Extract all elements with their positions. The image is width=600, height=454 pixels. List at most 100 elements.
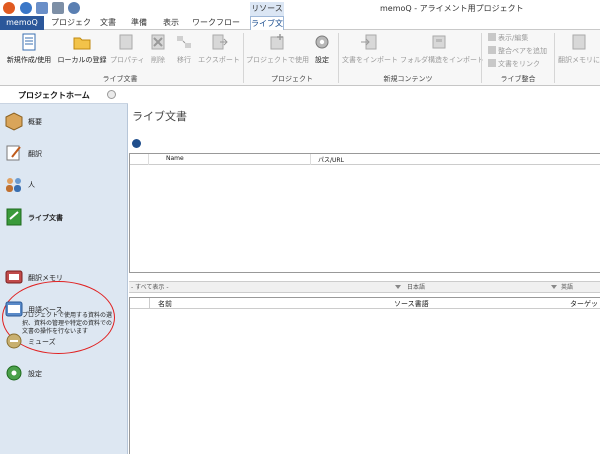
new-use-button[interactable]: 新規作成/使用 (4, 32, 54, 72)
tab-workflow[interactable]: ワークフロー (190, 16, 242, 30)
context-tab-label: リソース (250, 2, 284, 16)
main-content: ライブ文書 Name パス/URL - すべて表示 - 日本語 英語 名前 ソー… (129, 86, 600, 454)
sidebar-item-people[interactable]: 人 (0, 171, 128, 201)
column-separator (310, 154, 311, 165)
sidebar-item-label: 概要 (28, 118, 42, 126)
column-header-target[interactable]: ターゲット (570, 299, 600, 309)
sidebar-item-label: 翻訳メモリ (28, 274, 63, 282)
people-icon (6, 178, 21, 192)
termbase-icon (5, 301, 23, 317)
sidebar-item-overview[interactable]: 概要 (0, 108, 128, 138)
window-title: memoQ - アライメント用プロジェクト (380, 4, 524, 13)
new-use-label: 新規作成/使用 (6, 56, 52, 64)
source-language-select[interactable]: 日本語 (407, 283, 555, 292)
folder-icon (73, 37, 91, 50)
register-local-label: ローカルの登録 (57, 56, 107, 64)
live-docs-grid[interactable]: Name パス/URL (129, 153, 600, 273)
move-button[interactable]: 移行 (172, 32, 196, 72)
column-header-source-file[interactable]: ソース書語 (394, 299, 429, 309)
settings-label: 設定 (315, 56, 329, 64)
use-in-project-label: プロジェクトで使用 (246, 56, 309, 64)
page-title: ライブ文書 (132, 110, 187, 123)
export-icon (212, 34, 228, 50)
view-edit-button[interactable]: 表示/編集 (488, 33, 528, 44)
group-label-new-content: 新規コンテンツ (383, 75, 433, 83)
sync-icon[interactable] (68, 2, 80, 14)
import-folder-structure-button[interactable]: フォルダ構造をインポート (400, 32, 484, 72)
import-document-icon (361, 34, 377, 50)
group-separator (554, 33, 555, 83)
column-header-path[interactable]: パス/URL (318, 155, 344, 164)
app-logo-icon[interactable] (3, 2, 15, 14)
translation-memory-icon (572, 34, 586, 50)
register-local-button[interactable]: ローカルの登録 (56, 32, 108, 72)
sidebar-item-termbase[interactable]: 用語ベース (0, 296, 128, 326)
tab-memoq[interactable]: memoQ (0, 16, 44, 30)
group-separator (338, 33, 339, 83)
tab-project[interactable]: プロジェクト (48, 16, 94, 41)
project-home-sidebar: プロジェクトホーム 概要 翻訳 人 ライブ文書 プロジェクトで使用する資料の選択… (0, 86, 128, 454)
settings-gear-icon (6, 365, 22, 381)
delete-button[interactable]: 削除 (146, 32, 170, 72)
sidebar-item-live-docs[interactable]: ライブ文書 (0, 204, 128, 234)
to-translation-memory-label: 翻訳メモリに (558, 56, 600, 64)
ribbon: 新規作成/使用 ローカルの登録 プロパティ 削除 移行 エクスポート ライブ文書… (0, 30, 600, 86)
collapse-chevron-icon[interactable] (132, 139, 141, 148)
sidebar-header: プロジェクトホーム (0, 86, 128, 104)
target-language-select[interactable]: 英語 (561, 283, 600, 292)
tab-prepare[interactable]: 準備 (126, 16, 152, 30)
row-selector-header (130, 298, 150, 309)
add-to-project-icon (270, 34, 284, 50)
title-bar: リソース memoQ - アライメント用プロジェクト (0, 0, 600, 16)
export-button[interactable]: エクスポート (198, 32, 240, 72)
sidebar-title: プロジェクトホーム (18, 91, 90, 100)
properties-button[interactable]: プロパティ (110, 32, 145, 72)
help-circle-icon[interactable] (20, 2, 32, 14)
delete-icon (151, 34, 165, 50)
properties-label: プロパティ (110, 56, 145, 64)
new-document-icon (22, 33, 36, 51)
tab-documents[interactable]: 文書 (96, 16, 120, 30)
sidebar-item-muse[interactable]: ミューズ (0, 328, 128, 358)
tab-view[interactable]: 表示 (158, 16, 184, 30)
to-translation-memory-button[interactable]: 翻訳メモリに (558, 32, 600, 72)
link-document-button[interactable]: 文書をリンク (488, 59, 540, 70)
settings-button[interactable]: 設定 (310, 32, 334, 72)
add-pair-icon (488, 46, 496, 54)
use-in-project-button[interactable]: プロジェクトで使用 (246, 32, 309, 72)
chevron-down-icon[interactable] (551, 285, 557, 289)
sidebar-item-translation[interactable]: 翻訳 (0, 140, 128, 170)
chevron-down-icon[interactable] (395, 285, 401, 289)
show-all-filter-select[interactable]: - すべて表示 - (131, 283, 401, 292)
add-alignment-pair-button[interactable]: 整合ペアを追加 (488, 46, 547, 57)
view-edit-icon (488, 33, 496, 41)
group-label-project: プロジェクト (271, 75, 313, 83)
documents-grid[interactable]: 名前 ソース書語 ターゲット (129, 297, 600, 454)
muse-icon (6, 333, 22, 349)
column-separator (148, 154, 149, 165)
sidebar-item-label: 人 (28, 181, 35, 189)
pin-icon[interactable] (107, 90, 116, 99)
properties-icon (119, 34, 133, 50)
sidebar-item-label: 翻訳 (28, 150, 42, 158)
gear-icon (315, 35, 329, 49)
import-document-button[interactable]: 文書をインポート (342, 32, 398, 72)
link-icon (488, 59, 496, 67)
tab-live-docs[interactable]: ライブ文書 (250, 16, 284, 42)
translation-icon (6, 145, 21, 161)
share-icon[interactable] (36, 2, 48, 14)
live-docs-icon (6, 208, 22, 226)
sidebar-item-label: 用語ベース (28, 306, 63, 314)
column-header-name[interactable]: 名前 (158, 299, 172, 309)
group-label-live-docs: ライブ文書 (102, 75, 138, 83)
overview-box-icon (5, 112, 23, 131)
column-header-name[interactable]: Name (166, 155, 184, 162)
group-label-alignment: ライブ整合 (500, 75, 536, 83)
translation-memory-icon (5, 270, 23, 284)
sidebar-item-settings[interactable]: 設定 (0, 360, 128, 390)
import-folder-structure-label: フォルダ構造をインポート (400, 56, 484, 64)
sidebar-item-translation-memory[interactable]: 翻訳メモリ (0, 264, 128, 294)
grid-header: Name パス/URL (130, 154, 600, 165)
ribbon-tab-row: memoQ プロジェクト 文書 準備 表示 ワークフロー ライブ文書 (0, 16, 600, 42)
database-icon[interactable] (52, 2, 64, 14)
